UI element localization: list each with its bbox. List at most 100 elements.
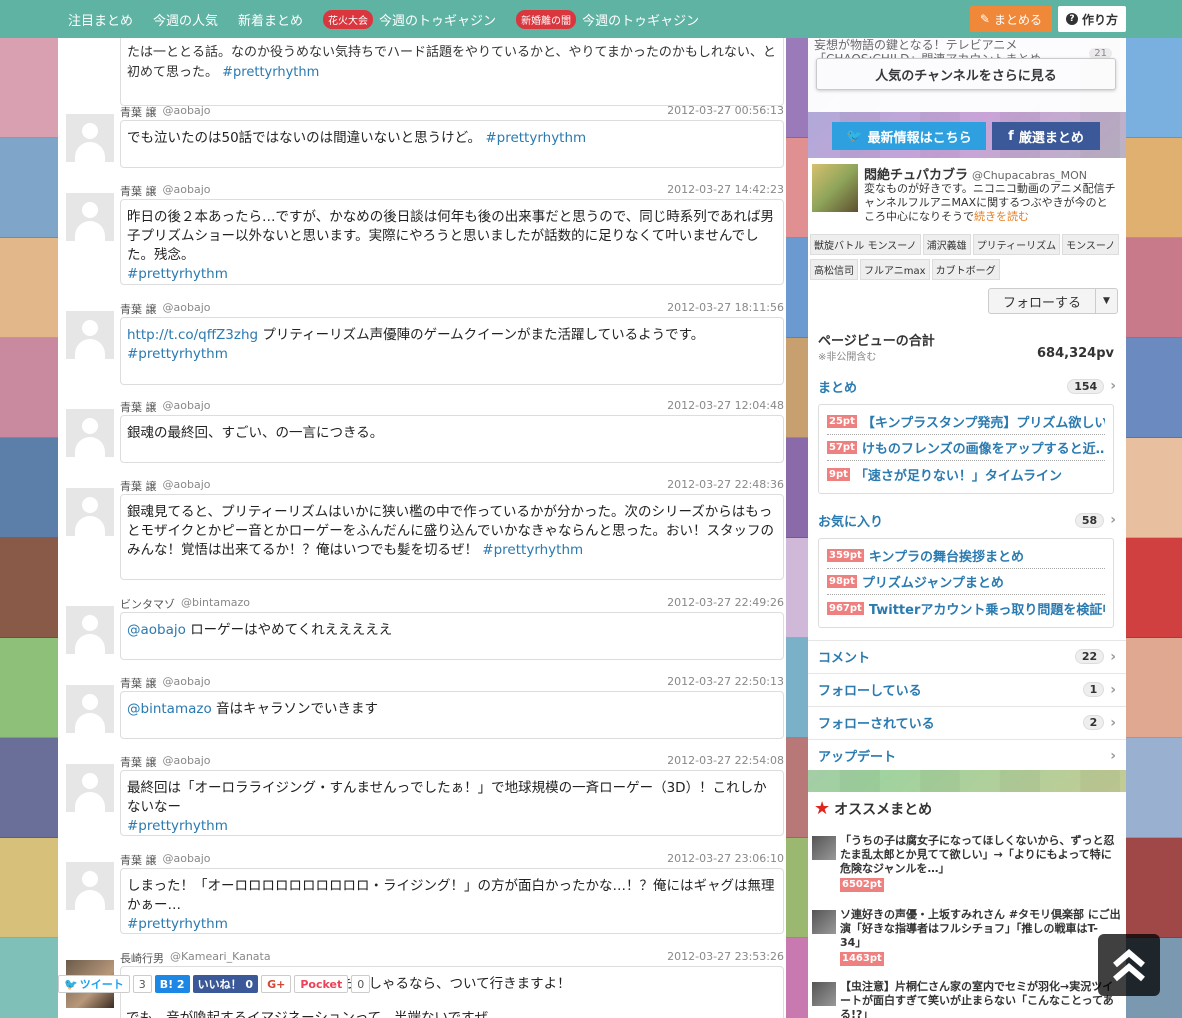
channel-card-text[interactable]: 妄想が物語の鍵となる！テレビアニメ「CHAOS;CHILD」関連アカウントまとめ [814, 38, 1114, 60]
comments-count: 22 [1074, 649, 1105, 664]
favorite-list-item[interactable]: 359pt キンプラの舞台挨拶まとめ [827, 543, 1105, 569]
hashtag-link[interactable]: #prettyrhythm [127, 346, 228, 362]
tweet-author[interactable]: 青葉 譲 [120, 754, 157, 770]
avatar[interactable] [66, 862, 114, 910]
chevron-down-icon[interactable]: ▼ [1095, 289, 1117, 313]
tweet-date[interactable]: 2012-03-27 22:48:36 [667, 478, 784, 494]
hashtag-link[interactable]: #prettyrhythm [485, 130, 586, 146]
tweet-url-link[interactable]: http://t.co/qffZ3zhg [127, 327, 258, 343]
scroll-to-top-button[interactable] [1098, 934, 1160, 996]
tweet-handle[interactable]: @Kameari_Kanata [170, 950, 271, 966]
mention-link[interactable]: @aobajo [127, 622, 186, 638]
tweet-date[interactable]: 2012-03-27 14:42:23 [667, 183, 784, 199]
hashtag-link[interactable]: #prettyrhythm [222, 65, 319, 80]
tweet-author[interactable]: 青葉 譲 [120, 852, 157, 868]
nav-weekly-popular[interactable]: 今週の人気 [153, 10, 218, 29]
tweet-author[interactable]: 青葉 譲 [120, 675, 157, 691]
chevron-right-icon: › [1110, 681, 1116, 698]
tweet-handle[interactable]: @aobajo [163, 478, 211, 494]
mention-link[interactable]: @bintamazo [127, 701, 212, 717]
facebook-like-button[interactable]: いいね！ 0 [192, 975, 259, 993]
profile-tag[interactable]: カブトボーグ [931, 259, 1000, 280]
hatena-bookmark-button[interactable]: B! 2 [154, 975, 190, 993]
tweet-handle[interactable]: @bintamazo [181, 596, 250, 612]
google-plus-button[interactable]: G+ [261, 975, 292, 993]
tweet-body: http://t.co/qffZ3zhg プリティーリズム声優陣のゲームクイーン… [120, 317, 784, 385]
matome-list-item[interactable]: 9pt 「速さが足りない！」タイムライン [827, 461, 1105, 487]
profile-tag[interactable]: 高松信司 [810, 259, 858, 280]
tweet-author[interactable]: 青葉 譲 [120, 399, 157, 415]
avatar[interactable] [66, 193, 114, 241]
favorite-list-item[interactable]: 967pt Twitterアカウント乗っ取り問題を検証中 [827, 595, 1105, 621]
tweet-author[interactable]: 青葉 譲 [120, 478, 157, 494]
tweet-handle[interactable]: @aobajo [163, 183, 211, 199]
favorite-list-item[interactable]: 98pt プリズムジャンプまとめ [827, 569, 1105, 595]
tweet-date[interactable]: 2012-03-27 22:50:13 [667, 675, 784, 691]
avatar[interactable] [66, 606, 114, 654]
more-channels-button[interactable]: 人気のチャンネルをさらに見る [816, 58, 1116, 90]
tweet-handle[interactable]: @aobajo [163, 104, 211, 120]
profile-tag[interactable]: モンスーノ [1062, 234, 1120, 255]
tweet-handle[interactable]: @aobajo [163, 675, 211, 691]
points-badge: 6502pt [840, 878, 884, 892]
tweet-handle[interactable]: @aobajo [163, 852, 211, 868]
tweet-date[interactable]: 2012-03-27 22:54:08 [667, 754, 784, 770]
pocket-button[interactable]: Pocket [294, 975, 349, 993]
comments-link[interactable]: コメント 22 › [808, 640, 1126, 672]
howto-button[interactable]: ? 作り方 [1057, 6, 1126, 32]
tweet-handle[interactable]: @aobajo [163, 301, 211, 317]
following-link[interactable]: フォローしている 1 › [808, 673, 1126, 705]
hashtag-link[interactable]: #prettyrhythm [482, 542, 583, 558]
nav-featured[interactable]: 注目まとめ [68, 10, 133, 29]
tweet-date[interactable]: 2012-03-27 23:06:10 [667, 852, 784, 868]
hashtag-link[interactable]: #prettyrhythm [127, 916, 228, 932]
updates-link[interactable]: アップデート › [808, 739, 1126, 771]
tweet-count: 3 [132, 975, 152, 993]
profile-avatar[interactable] [812, 164, 858, 212]
recommended-title: オススメまとめ [834, 801, 933, 818]
tweet-author[interactable]: ビンタマゾ [120, 596, 175, 612]
tweet-author[interactable]: 青葉 譲 [120, 301, 157, 317]
tweet-share-button[interactable]: 🐦 ツイート [58, 975, 130, 993]
top-navigation-bar: 注目まとめ 今週の人気 新着まとめ 花火大会 今週のトゥギャジン 新婚離の闇 今… [0, 0, 1182, 38]
chevron-right-icon: › [1110, 747, 1116, 764]
read-more-link[interactable]: 続きを読む [974, 210, 1029, 223]
avatar[interactable] [66, 114, 114, 162]
avatar[interactable] [66, 685, 114, 733]
avatar[interactable] [66, 311, 114, 359]
profile-handle[interactable]: @Chupacabras_MON [972, 169, 1087, 182]
points-badge: 359pt [827, 549, 864, 562]
profile-tag[interactable]: 浦沢義雄 [922, 234, 971, 255]
create-matome-button[interactable]: ✎ まとめる [969, 6, 1052, 32]
profile-tag[interactable]: プリティーリズム [972, 234, 1061, 255]
tweet-date[interactable]: 2012-03-27 23:53:26 [667, 950, 784, 966]
follow-button[interactable]: フォローする ▼ [988, 288, 1118, 314]
nav-togazine-1[interactable]: 花火大会 今週のトゥギャジン [323, 9, 496, 29]
matome-list-item[interactable]: 25pt 【キンプラスタンプ発売】プリズム欲しい… [827, 409, 1105, 435]
tweet-handle[interactable]: @aobajo [163, 399, 211, 415]
facebook-best-button[interactable]: f 厳選まとめ [992, 122, 1100, 150]
tweet-date[interactable]: 2012-03-27 12:04:48 [667, 399, 784, 415]
tweet-date[interactable]: 2012-03-27 22:49:26 [667, 596, 784, 612]
tweet-date[interactable]: 2012-03-27 00:56:13 [667, 104, 784, 120]
tweet-author[interactable]: 長崎行男 [120, 950, 164, 966]
avatar[interactable] [66, 409, 114, 457]
tweet-date[interactable]: 2012-03-27 18:11:56 [667, 301, 784, 317]
hashtag-link[interactable]: #prettyrhythm [127, 266, 228, 282]
avatar[interactable] [66, 488, 114, 536]
tweet-author[interactable]: 青葉 譲 [120, 183, 157, 199]
followers-link[interactable]: フォローされている 2 › [808, 706, 1126, 738]
avatar[interactable] [66, 764, 114, 812]
profile-name[interactable]: 悶絶チュパカブラ [864, 168, 968, 183]
profile-tag[interactable]: フルアニmax [860, 259, 930, 280]
tweet-author[interactable]: 青葉 譲 [120, 104, 157, 120]
tweet-handle[interactable]: @aobajo [163, 754, 211, 770]
nav-new[interactable]: 新着まとめ [238, 10, 303, 29]
matome-section-header[interactable]: まとめ 154 › [818, 376, 1116, 396]
hashtag-link[interactable]: #prettyrhythm [127, 818, 228, 834]
twitter-info-button[interactable]: 🐦 最新情報はこちら [832, 122, 986, 150]
matome-list-item[interactable]: 57pt けものフレンズの画像をアップすると近… [827, 435, 1105, 461]
nav-togazine-2[interactable]: 新婚離の闇 今週のトゥギャジン [516, 9, 699, 29]
favorites-section-header[interactable]: お気に入り 58 › [818, 510, 1116, 530]
profile-tag[interactable]: 獣旋バトル モンスーノ [810, 234, 921, 255]
